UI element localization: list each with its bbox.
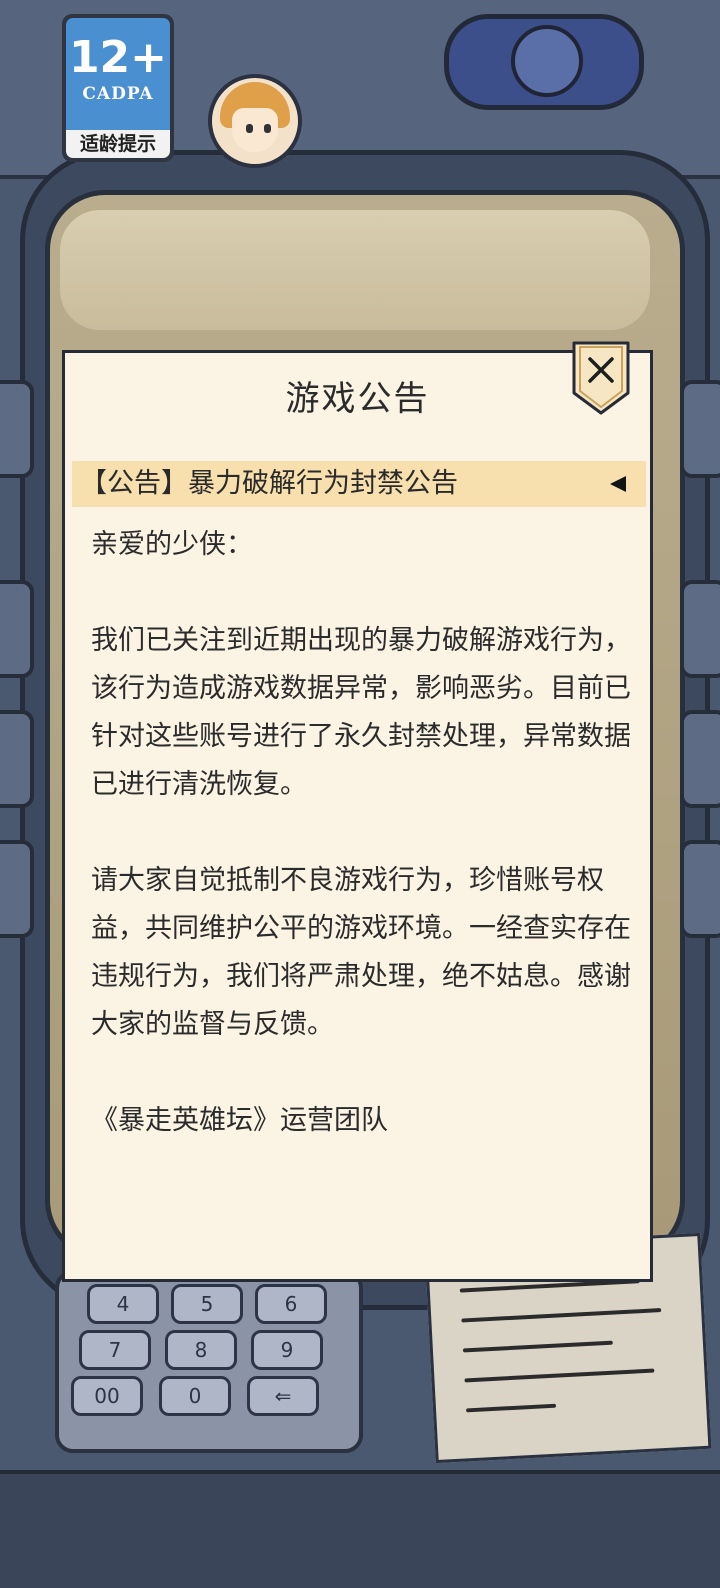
scribble <box>464 1368 655 1383</box>
screen-shine <box>60 210 650 330</box>
side-button <box>680 380 720 478</box>
notice-paragraph-2: 请大家自觉抵制不良游戏行为，珍惜账号权益，共同维护公平的游戏环境。一经查实存在违… <box>91 865 631 1040</box>
notice-greeting: 亲爱的少侠： <box>91 529 253 560</box>
floor <box>0 1470 720 1588</box>
side-button <box>0 580 34 678</box>
announcement-dialog: 游戏公告 【公告】暴力破解行为封禁公告 亲爱的少侠： 我们已关注到近期出现的暴力… <box>62 341 653 1282</box>
close-button[interactable] <box>570 341 632 415</box>
notice-signature: 《暴走英雄坛》运营团队 <box>91 1105 388 1136</box>
scribble <box>466 1403 557 1413</box>
scribble <box>461 1308 662 1323</box>
avatar-face <box>232 108 278 152</box>
age-rating-panel: 12+ CADPA <box>66 18 170 130</box>
side-button <box>0 380 34 478</box>
side-button <box>680 580 720 678</box>
keypad-key: 9 <box>251 1330 323 1370</box>
notice-title: 【公告】暴力破解行为封禁公告 <box>80 468 458 499</box>
keypad-key: 00 <box>71 1376 143 1416</box>
age-rating-number: 12+ <box>68 32 168 83</box>
notice-paragraph-1: 我们已关注到近期出现的暴力破解游戏行为，该行为造成游戏数据异常，影响恶劣。目前已… <box>91 625 631 800</box>
keypad: 4 5 6 7 8 9 00 0 ⇐ <box>55 1270 363 1453</box>
age-rating-org: CADPA <box>82 84 154 104</box>
avatar-eye <box>264 124 271 133</box>
age-rating-badge[interactable]: 12+ CADPA 适龄提示 <box>62 14 174 162</box>
dialog-title: 游戏公告 <box>285 379 430 419</box>
avatar[interactable] <box>208 74 302 168</box>
triangle-left-icon <box>610 476 626 492</box>
notice-content: 亲爱的少侠： 我们已关注到近期出现的暴力破解游戏行为，该行为造成游戏数据异常，影… <box>91 521 631 1193</box>
age-rating-hint: 适龄提示 <box>66 130 170 158</box>
camera-decoration <box>444 14 644 110</box>
keypad-key: 0 <box>159 1376 231 1416</box>
side-button <box>680 840 720 938</box>
avatar-eye <box>246 124 253 133</box>
scribble <box>462 1340 613 1353</box>
keypad-key: 8 <box>165 1330 237 1370</box>
side-button <box>0 840 34 938</box>
keypad-key: 4 <box>87 1284 159 1324</box>
keypad-key: ⇐ <box>247 1376 319 1416</box>
keypad-key: 5 <box>171 1284 243 1324</box>
side-button <box>680 710 720 808</box>
camera-lens <box>511 25 583 97</box>
keypad-key: 6 <box>255 1284 327 1324</box>
notice-item[interactable]: 【公告】暴力破解行为封禁公告 <box>72 461 646 507</box>
side-button <box>0 710 34 808</box>
close-icon <box>572 341 630 415</box>
keypad-key: 7 <box>79 1330 151 1370</box>
